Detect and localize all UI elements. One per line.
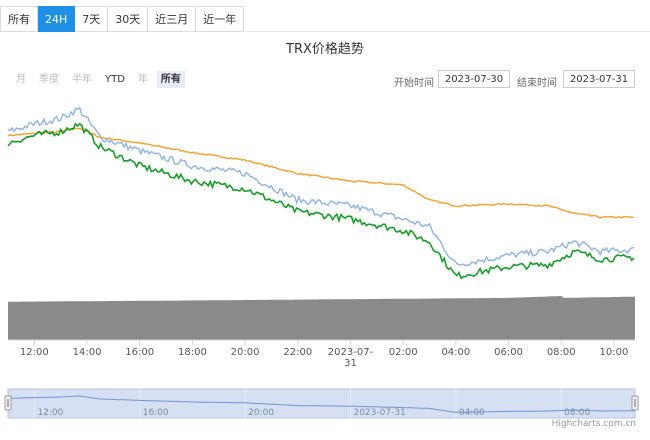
navigator-label: 2023-07-31 [353,408,405,418]
x-tick-label: 12:00 [20,347,49,358]
navigator[interactable]: 12:00 16:00 20:00 2023-07-31 04:00 08:00 [4,388,639,419]
price-line-1 [7,127,634,219]
navigator-label: 16:00 [143,408,169,418]
volume-area [8,296,635,340]
x-tick-label: 16:00 [125,347,154,358]
x-tick-label: 10:00 [600,347,629,358]
x-tick-label: 02:00 [389,347,418,358]
x-tick-label: 22:00 [283,347,312,358]
navigator-label: 04:00 [459,408,485,418]
navigator-label: 08:00 [564,408,590,418]
x-tick-label: 06:00 [494,347,523,358]
x-tick-label: 2023-07-31 [328,347,374,369]
x-tick-label: 08:00 [547,347,576,358]
chart-credit[interactable]: Highcharts.com.cn [552,419,636,429]
volume-series-group [8,296,635,340]
navigator-label: 20:00 [248,408,274,418]
price-chart: 12:00 14:00 16:00 18:00 20:00 22:00 2023-07-31… [4,106,639,419]
x-tick-label: 18:00 [178,347,207,358]
x-tick-label: 14:00 [73,347,102,358]
x-tick-label: 04:00 [441,347,470,358]
navigator-mask[interactable] [7,388,636,419]
x-axis-ticks: 12:00 14:00 16:00 18:00 20:00 22:00 2023-07-31… [20,340,628,369]
x-tick-label: 20:00 [231,347,260,358]
navigator-label: 12:00 [37,408,63,418]
price-line-2 [7,106,635,267]
price-series-group [7,106,635,280]
